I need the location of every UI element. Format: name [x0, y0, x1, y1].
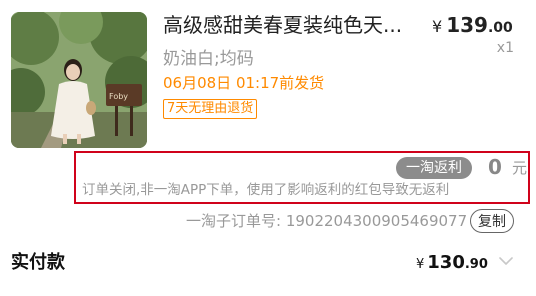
paid-decimal: .90 [464, 257, 488, 272]
rebate-unit: 元 [512, 159, 528, 177]
product-sku: 奶油白;均码 [163, 49, 254, 69]
product-price: ¥139.00 [432, 10, 513, 43]
chevron-down-icon[interactable] [498, 255, 514, 267]
paid-amount-label: 实付款 [11, 252, 65, 273]
product-photo: Foby [11, 12, 147, 148]
product-image[interactable]: Foby [11, 12, 147, 148]
paid-currency: ¥ [416, 257, 425, 272]
paid-amount: ¥130.90 [416, 249, 488, 279]
ship-time: 06月08日 01:17前发货 [163, 74, 325, 92]
suborder-number: 一淘子订单号: 1902204300905469077 [186, 212, 468, 230]
rebate-note: 订单关闭,非一淘APP下单，使用了影响返利的红包导致无返利 [82, 182, 450, 198]
copy-button[interactable]: 复制 [470, 209, 514, 233]
price-currency: ¥ [432, 17, 443, 36]
product-quantity: x1 [496, 40, 514, 56]
price-decimal: .00 [487, 20, 513, 36]
paid-integer: 130 [427, 252, 465, 273]
product-title[interactable]: 高级感甜美春夏装纯色天... [163, 10, 425, 40]
rebate-section: 一淘返利 0 元 订单关闭,非一淘APP下单，使用了影响返利的红包导致无返利 [74, 151, 530, 204]
svg-text:Foby: Foby [109, 92, 128, 101]
rebate-amount: 0 [488, 155, 502, 179]
rebate-tag: 一淘返利 [396, 157, 472, 179]
return-policy-badge: 7天无理由退货 [163, 99, 258, 119]
price-integer: 139 [446, 13, 488, 37]
